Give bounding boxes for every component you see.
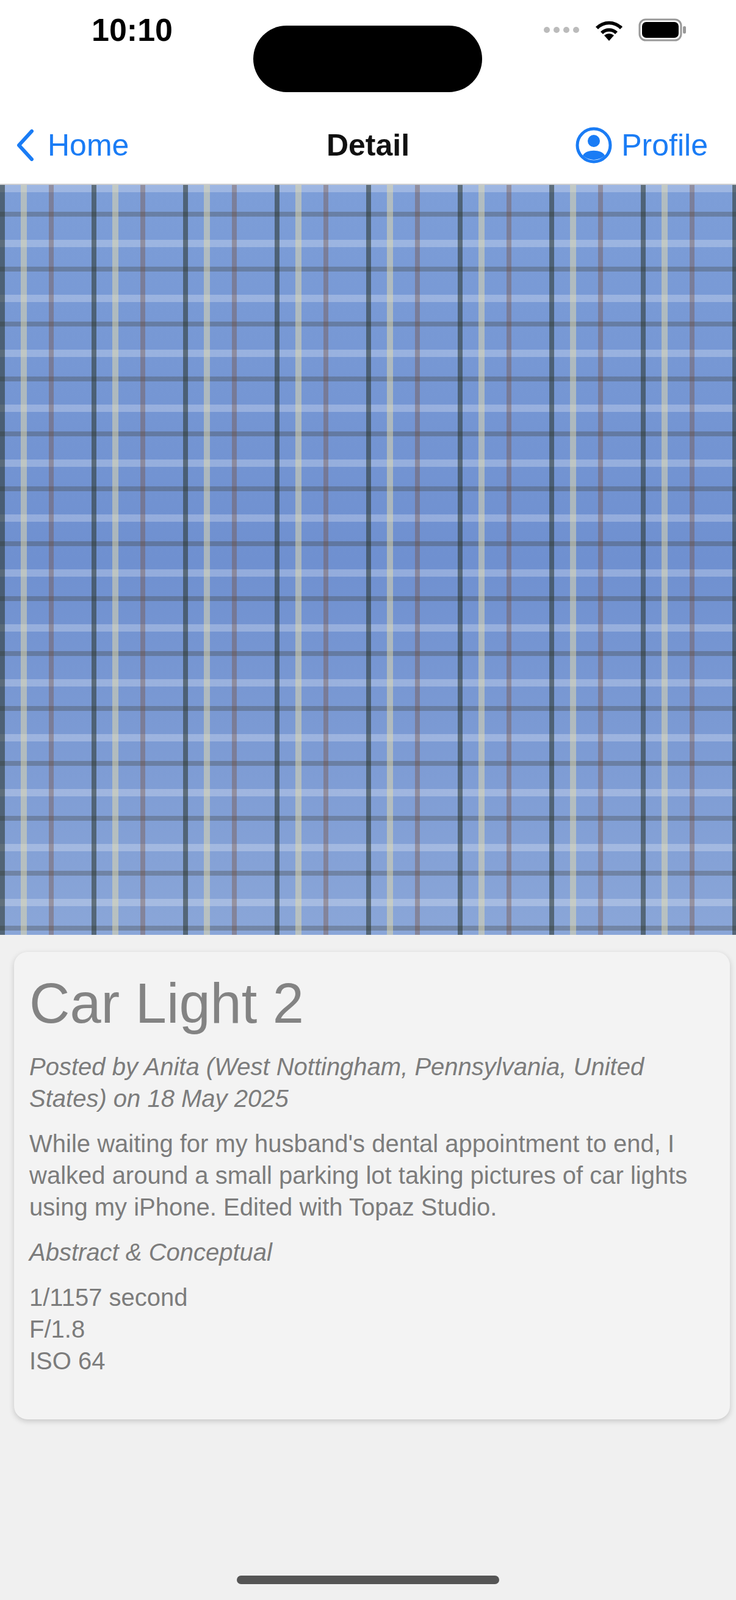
chevron-left-icon: [15, 129, 35, 162]
exif-line: ISO 64: [29, 1345, 715, 1377]
post-category: Abstract & Conceptual: [29, 1236, 715, 1269]
photo: [0, 184, 736, 935]
dynamic-island: [253, 25, 483, 93]
post-byline: Posted by Anita (West Nottingham, Pennsy…: [29, 1050, 715, 1115]
profile-label[interactable]: Profile: [621, 127, 708, 163]
page-title: Detail: [326, 127, 410, 163]
post-title: Car Light 2: [29, 970, 715, 1036]
person-circle-icon: [574, 126, 613, 165]
back-label[interactable]: Home: [47, 127, 129, 163]
navigation-bar: Home Detail Profile: [0, 106, 736, 185]
bottom-area: [0, 1419, 736, 1600]
signal-icon: [543, 25, 580, 35]
exif-list: 1/1157 secondF/1.8ISO 64: [29, 1281, 715, 1377]
wifi-icon: [593, 17, 625, 43]
clock: 10:10: [91, 11, 177, 49]
home-indicator[interactable]: [236, 1575, 500, 1585]
status-icons: [543, 17, 688, 43]
profile-button[interactable]: Profile: [409, 126, 721, 165]
battery-icon: [638, 18, 688, 42]
back-button[interactable]: Home: [15, 127, 327, 163]
post-card: Car Light 2 Posted by Anita (West Notting…: [14, 952, 730, 1420]
exif-line: F/1.8: [29, 1313, 715, 1346]
post-description: While waiting for my husband's dental ap…: [29, 1127, 715, 1224]
status-bar: 10:10: [0, 0, 736, 107]
exif-line: 1/1157 second: [29, 1281, 715, 1314]
